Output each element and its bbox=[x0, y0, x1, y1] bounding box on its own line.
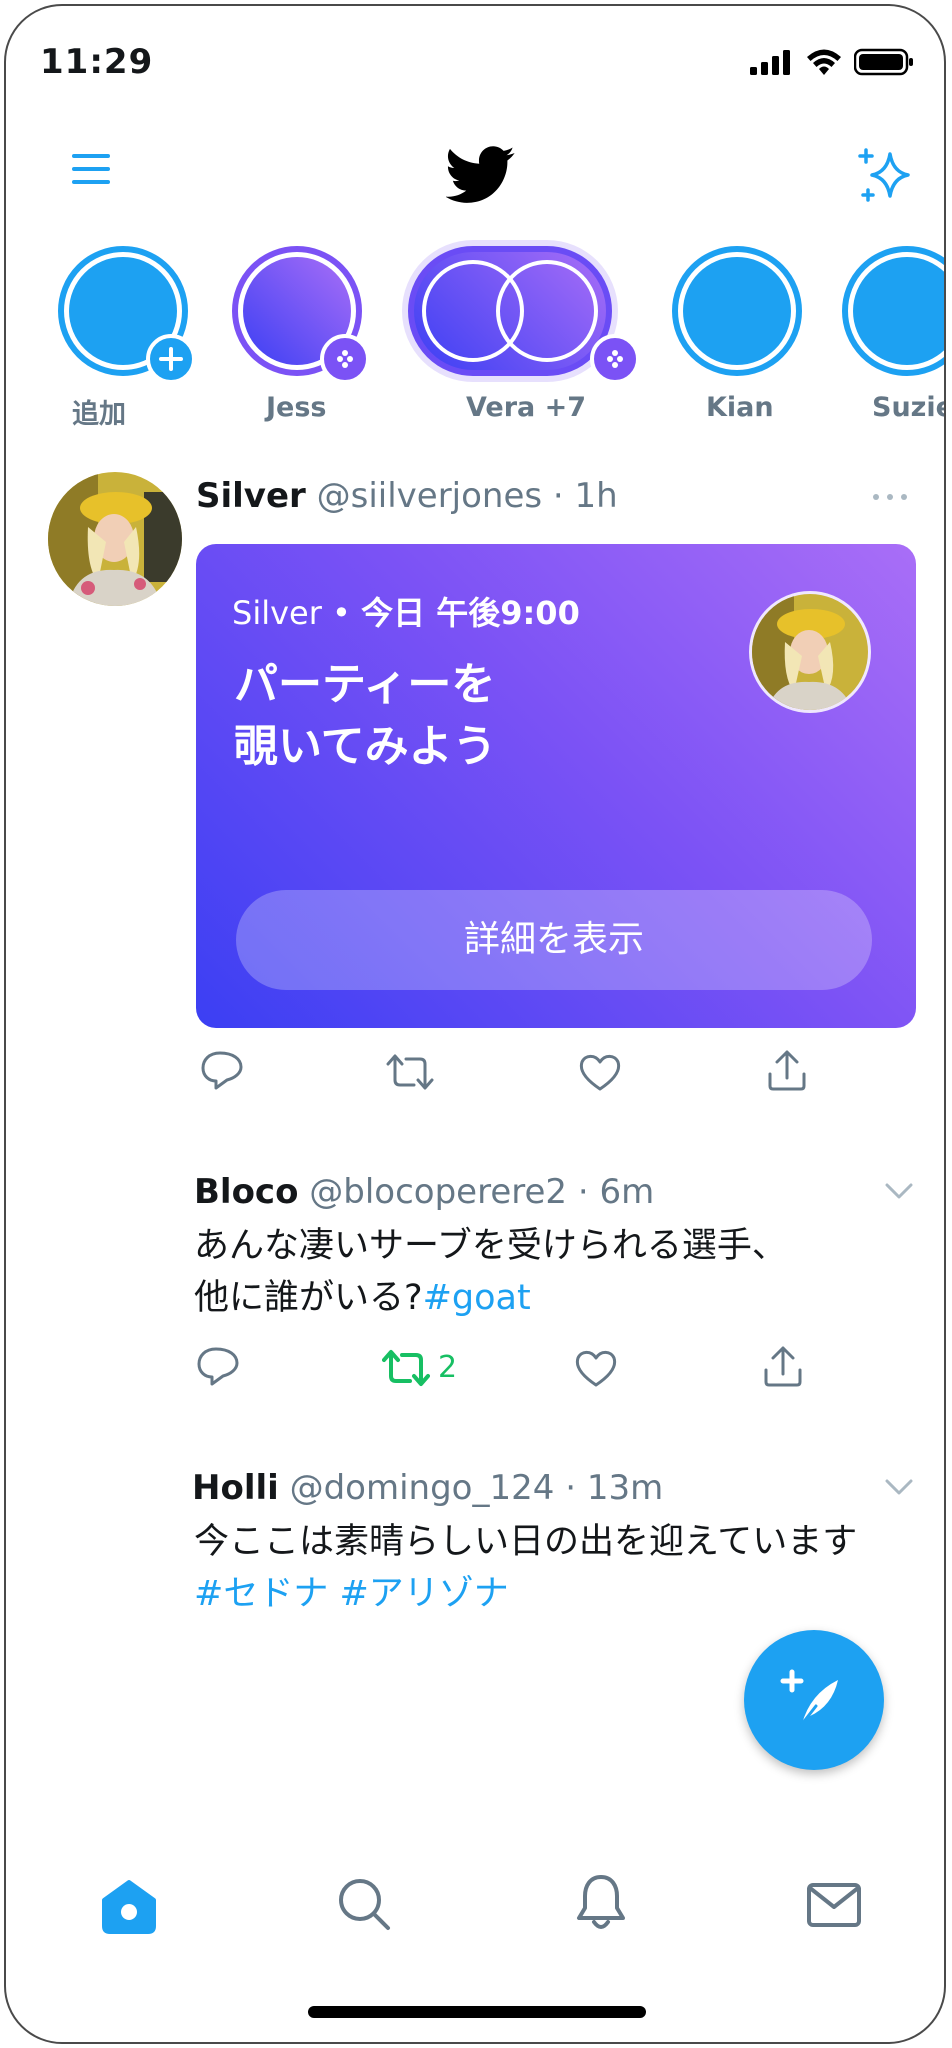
retweet-count: 2 bbox=[438, 1350, 458, 1385]
story-label: 追加 bbox=[72, 399, 126, 430]
tweet-header: Bloco @blocoperere2 · 6m bbox=[194, 1172, 655, 1212]
card-host-avatar bbox=[749, 591, 871, 713]
card-time: 今日 午後9:00 bbox=[361, 594, 580, 632]
hashtag-link[interactable]: #goat bbox=[423, 1278, 531, 1318]
view-details-button[interactable]: 詳細を表示 bbox=[236, 890, 872, 990]
share-icon[interactable] bbox=[762, 1344, 804, 1388]
author-name[interactable]: Bloco bbox=[194, 1172, 298, 1212]
retweet-icon[interactable] bbox=[386, 1052, 434, 1092]
sparkle-icon[interactable] bbox=[856, 146, 916, 206]
spaces-card[interactable]: Silver • 今日 午後9:00 パーティーを 覗いてみよう 詳細を表示 bbox=[196, 544, 916, 1028]
home-icon[interactable] bbox=[100, 1878, 158, 1934]
compose-tweet-icon bbox=[780, 1669, 838, 1726]
like-icon[interactable] bbox=[578, 1052, 622, 1092]
author-name[interactable]: Silver bbox=[196, 476, 306, 516]
reply-icon[interactable] bbox=[200, 1050, 244, 1092]
battery-icon bbox=[854, 48, 913, 76]
tweet-text: あんな凄いサーブを受けられる選手、 他に誰がいる?#goat bbox=[194, 1226, 787, 1318]
share-icon[interactable] bbox=[766, 1048, 808, 1092]
author-handle[interactable]: @domingo_124 bbox=[290, 1468, 555, 1508]
stories-row: 追加 Jess Vera +7 Kian Suzie bbox=[6, 240, 946, 446]
home-indicator bbox=[308, 2006, 646, 2018]
story-avatar bbox=[683, 257, 791, 365]
cellular-signal-icon bbox=[750, 50, 790, 75]
avatar-silver[interactable] bbox=[48, 472, 182, 606]
chevron-down-icon[interactable] bbox=[884, 1182, 914, 1200]
hamburger-icon[interactable] bbox=[72, 154, 110, 193]
reply-icon[interactable] bbox=[196, 1346, 240, 1388]
plus-icon bbox=[146, 334, 196, 384]
spaces-dots-icon bbox=[320, 334, 370, 384]
tweet-text: 今ここは素晴らしい日の出を迎えています #セドナ #アリゾナ bbox=[194, 1522, 858, 1614]
twitter-bird-icon bbox=[446, 146, 515, 203]
tweet-header: Silver @siilverjones · 1h bbox=[196, 476, 618, 516]
tweet-time: 1h bbox=[574, 476, 618, 516]
author-name[interactable]: Holli bbox=[192, 1468, 279, 1508]
card-host: Silver bbox=[232, 594, 322, 632]
phone-frame: 11:29 追加 Jess Vera +7 Kian Suzie Silver … bbox=[4, 4, 946, 2044]
tweet-time: 13m bbox=[586, 1468, 664, 1508]
author-handle[interactable]: @siilverjones bbox=[317, 476, 543, 516]
compose-tweet-button[interactable] bbox=[744, 1630, 884, 1770]
messages-icon[interactable] bbox=[806, 1882, 862, 1928]
hashtag-link[interactable]: #セドナ bbox=[194, 1574, 328, 1614]
retweet-icon-active[interactable] bbox=[382, 1348, 430, 1388]
like-icon[interactable] bbox=[574, 1348, 618, 1388]
story-label: Kian bbox=[706, 392, 774, 423]
tweet-header: Holli @domingo_124 · 13m bbox=[192, 1468, 664, 1508]
search-icon[interactable] bbox=[336, 1876, 392, 1934]
status-icons bbox=[750, 48, 914, 76]
story-label: Suzie bbox=[872, 392, 946, 423]
more-options-icon[interactable] bbox=[870, 490, 910, 504]
status-time: 11:29 bbox=[40, 42, 154, 82]
tweet-time: 6m bbox=[599, 1172, 655, 1212]
card-title: パーティーを 覗いてみよう bbox=[234, 659, 497, 772]
story-label: Jess bbox=[266, 392, 327, 423]
story-label: Vera +7 bbox=[466, 392, 587, 423]
author-handle[interactable]: @blocoperere2 bbox=[309, 1172, 567, 1212]
spaces-dots-icon bbox=[590, 334, 640, 384]
chevron-down-icon[interactable] bbox=[884, 1478, 914, 1496]
notifications-icon[interactable] bbox=[574, 1872, 628, 1934]
card-meta: Silver • 今日 午後9:00 bbox=[232, 594, 580, 632]
wifi-icon bbox=[807, 49, 841, 75]
hashtag-link[interactable]: #アリゾナ bbox=[339, 1574, 508, 1614]
